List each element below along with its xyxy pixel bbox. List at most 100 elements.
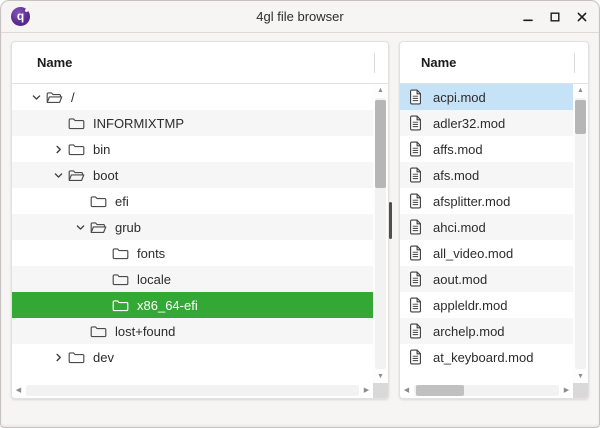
file-document-icon xyxy=(409,141,423,157)
file-rows: acpi.mod adler32.mod affs.mod afs.mod af… xyxy=(400,84,573,383)
chevron-right-icon[interactable] xyxy=(48,351,68,363)
scroll-up-icon[interactable]: ▲ xyxy=(377,84,384,97)
file-document-icon xyxy=(409,89,423,105)
file-document-icon xyxy=(409,219,423,235)
list-vscroll-track[interactable] xyxy=(575,98,586,369)
chevron-right-icon[interactable] xyxy=(48,143,68,155)
tree-row-fonts[interactable]: fonts xyxy=(12,240,373,266)
tree-row-locale[interactable]: locale xyxy=(12,266,373,292)
chevron-down-icon[interactable] xyxy=(48,169,68,181)
scrollbar-corner xyxy=(373,383,388,398)
list-body: acpi.mod adler32.mod affs.mod afs.mod af… xyxy=(400,84,588,383)
tree-row-label: boot xyxy=(93,167,119,183)
file-row[interactable]: appleldr.mod xyxy=(400,292,573,318)
file-row[interactable]: affs.mod xyxy=(400,136,573,162)
tree-vscroll-thumb[interactable] xyxy=(375,100,386,188)
scroll-down-icon[interactable]: ▼ xyxy=(377,370,384,383)
scroll-down-icon[interactable]: ▼ xyxy=(577,370,584,383)
tree-row-dev[interactable]: dev xyxy=(12,344,373,370)
tree-row-boot[interactable]: boot xyxy=(12,162,373,188)
directory-tree-panel: Name / INFORMIXTMP bin boot efi grub fon… xyxy=(11,41,389,399)
folder-closed-icon xyxy=(112,247,129,260)
titlebar: q 4gl file browser xyxy=(1,1,599,33)
maximize-icon[interactable] xyxy=(547,9,562,24)
column-divider xyxy=(374,53,375,73)
tree-row-label: bin xyxy=(93,141,111,157)
tree-row-label: grub xyxy=(115,219,142,235)
close-icon[interactable] xyxy=(574,9,589,24)
file-row[interactable]: archelp.mod xyxy=(400,318,573,344)
file-row-label: afsplitter.mod xyxy=(433,193,511,209)
tree-row-informixtmp[interactable]: INFORMIXTMP xyxy=(12,110,373,136)
scroll-left-icon[interactable]: ◀ xyxy=(400,384,413,397)
tree-row-bin[interactable]: bin xyxy=(12,136,373,162)
file-row[interactable]: afs.mod xyxy=(400,162,573,188)
minimize-icon[interactable] xyxy=(520,9,535,24)
panel-splitter-handle[interactable] xyxy=(389,202,392,239)
scroll-right-icon[interactable]: ▶ xyxy=(360,384,373,397)
list-hscroll-thumb[interactable] xyxy=(416,385,464,396)
folder-closed-icon xyxy=(112,273,129,286)
file-row[interactable]: aout.mod xyxy=(400,266,573,292)
tree-vscroll-track[interactable] xyxy=(375,98,386,369)
tree-row-label: lost+found xyxy=(115,323,176,339)
tree-row-efi[interactable]: efi xyxy=(12,188,373,214)
file-row[interactable]: at_keyboard.mod xyxy=(400,344,573,370)
tree-row-lost-found[interactable]: lost+found xyxy=(12,318,373,344)
tree-row-label: dev xyxy=(93,349,114,365)
scroll-left-icon[interactable]: ◀ xyxy=(12,384,25,397)
column-divider xyxy=(574,53,575,73)
list-vscroll-thumb[interactable] xyxy=(575,100,586,134)
tree-row-root[interactable]: / xyxy=(12,84,373,110)
folder-closed-icon xyxy=(112,299,129,312)
tree-column-header[interactable]: Name xyxy=(12,42,388,84)
app-window: q 4gl file browser Name / INFORMIXTMP bi… xyxy=(0,0,600,428)
folder-closed-icon xyxy=(90,195,107,208)
file-row[interactable]: adler32.mod xyxy=(400,110,573,136)
file-document-icon xyxy=(409,115,423,131)
file-row-selected[interactable]: acpi.mod xyxy=(400,84,573,110)
folder-closed-icon xyxy=(68,117,85,130)
file-row[interactable]: all_video.mod xyxy=(400,240,573,266)
file-document-icon xyxy=(409,349,423,365)
folder-closed-icon xyxy=(68,143,85,156)
tree-horizontal-scrollbar[interactable]: ◀ ▶ xyxy=(12,383,388,398)
scroll-right-icon[interactable]: ▶ xyxy=(560,384,573,397)
list-vertical-scrollbar[interactable]: ▲ ▼ xyxy=(573,84,588,383)
tree-row-label: x86_64-efi xyxy=(137,297,198,313)
folder-open-icon xyxy=(68,169,85,182)
tree-hscroll-track[interactable] xyxy=(26,385,359,396)
chevron-down-icon[interactable] xyxy=(26,91,46,103)
tree-row-x86-64-efi-selected[interactable]: x86_64-efi xyxy=(12,292,373,318)
tree-body: / INFORMIXTMP bin boot efi grub fonts lo… xyxy=(12,84,388,383)
file-list-panel: Name acpi.mod adler32.mod affs.mod afs.m… xyxy=(399,41,589,399)
file-row[interactable]: afsplitter.mod xyxy=(400,188,573,214)
file-row-label: at_keyboard.mod xyxy=(433,349,534,365)
tree-rows: / INFORMIXTMP bin boot efi grub fonts lo… xyxy=(12,84,373,383)
chevron-down-icon[interactable] xyxy=(70,221,90,233)
tree-column-header-label: Name xyxy=(37,55,73,70)
file-document-icon xyxy=(409,323,423,339)
scroll-up-icon[interactable]: ▲ xyxy=(577,84,584,97)
scrollbar-corner xyxy=(573,383,588,398)
folder-open-icon xyxy=(90,221,107,234)
file-row[interactable]: ahci.mod xyxy=(400,214,573,240)
list-horizontal-scrollbar[interactable]: ◀ ▶ xyxy=(400,383,588,398)
tree-row-label: locale xyxy=(137,271,171,287)
file-row-label: ahci.mod xyxy=(433,219,486,235)
folder-closed-icon xyxy=(68,351,85,364)
tree-vertical-scrollbar[interactable]: ▲ ▼ xyxy=(373,84,388,383)
file-document-icon xyxy=(409,297,423,313)
list-column-header[interactable]: Name xyxy=(400,42,588,84)
list-hscroll-track[interactable] xyxy=(414,385,559,396)
tree-row-grub[interactable]: grub xyxy=(12,214,373,240)
window-title: 4gl file browser xyxy=(256,9,344,24)
app-logo-icon: q xyxy=(11,7,30,26)
file-row-label: all_video.mod xyxy=(433,245,514,261)
file-row-label: adler32.mod xyxy=(433,115,506,131)
